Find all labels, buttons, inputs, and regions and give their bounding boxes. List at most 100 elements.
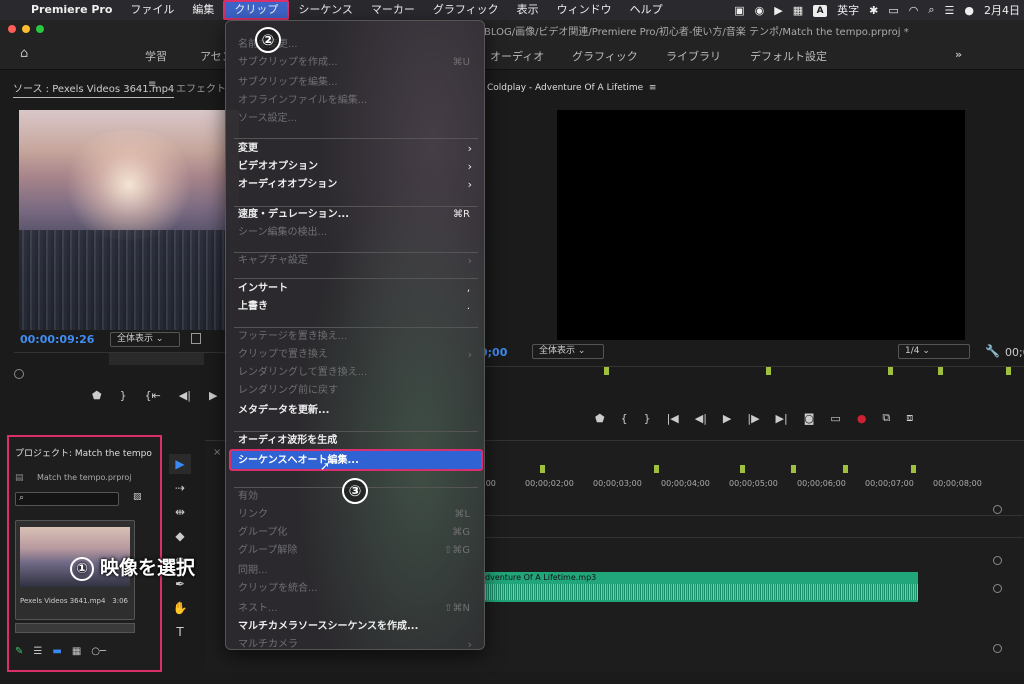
clip-menu-item[interactable]: 同期...: [226, 562, 484, 580]
clip-menu-item[interactable]: サブクリップを編集...: [226, 74, 484, 92]
wifi-icon[interactable]: ◠: [909, 4, 919, 17]
clip-menu-item[interactable]: リンク ⌘L: [226, 506, 484, 524]
clip-menu-item[interactable]: グループ解除 ⇧⌘G: [226, 542, 484, 560]
menu-marker[interactable]: マーカー: [362, 0, 424, 20]
marker[interactable]: [911, 465, 916, 473]
marker[interactable]: [791, 465, 796, 473]
menu-app-name[interactable]: Premiere Pro: [22, 0, 121, 20]
home-icon[interactable]: ⌂: [20, 46, 28, 61]
play-button-icon[interactable]: ▶: [209, 389, 217, 402]
add-marker-icon[interactable]: ⬟: [595, 412, 605, 425]
marker[interactable]: [604, 367, 609, 375]
marker[interactable]: [1006, 367, 1011, 375]
clip-menu-item[interactable]: マルチカメラ ›: [226, 636, 484, 654]
compare-icon[interactable]: ▭: [830, 412, 840, 425]
icon-view-icon[interactable]: ▬: [52, 646, 61, 657]
go-to-in-icon[interactable]: |◀: [667, 412, 679, 425]
input-method-label[interactable]: 英字: [837, 2, 859, 18]
marker[interactable]: [766, 367, 771, 375]
close-window-button[interactable]: [8, 25, 16, 33]
mark-out-icon[interactable]: }: [644, 412, 651, 425]
clip-menu-item[interactable]: オーディオオプション ›: [226, 176, 484, 194]
menu-view[interactable]: 表示: [508, 0, 548, 20]
project-search-input[interactable]: ⌕: [15, 492, 119, 506]
freeform-view-icon[interactable]: ▦: [72, 646, 81, 657]
source-zoom-handle[interactable]: [14, 369, 24, 379]
program-quality-select[interactable]: 1/4 ⌄: [898, 344, 970, 359]
workspace-default[interactable]: デフォルト設定: [750, 48, 827, 64]
marker[interactable]: [654, 465, 659, 473]
battery-icon[interactable]: ▭: [888, 4, 898, 17]
clip-menu-item[interactable]: クリップで置き換え ›: [226, 346, 484, 364]
apple-icon[interactable]: [0, 0, 22, 20]
wrench-icon[interactable]: 🔧: [985, 344, 1000, 358]
menu-file[interactable]: ファイル: [121, 0, 183, 20]
step-back-icon[interactable]: ◀|: [179, 389, 191, 402]
clip-menu-item[interactable]: シーン編集の検出...: [226, 224, 484, 242]
type-tool-icon[interactable]: T: [169, 622, 191, 642]
close-sequence-icon[interactable]: ×: [213, 447, 221, 458]
clip-menu-item[interactable]: シーケンスへオート編集...: [226, 452, 484, 470]
video-track[interactable]: [483, 515, 1023, 516]
workspace-learning[interactable]: 学習: [145, 48, 167, 64]
record-icon[interactable]: ●: [857, 412, 867, 425]
track-scroll-handle[interactable]: [993, 556, 1002, 565]
lift-icon[interactable]: ⧉: [882, 411, 890, 425]
clip-menu-item[interactable]: ビデオオプション ›: [226, 158, 484, 176]
clip-menu-item[interactable]: 速度・デュレーション... ⌘R: [226, 206, 484, 224]
clip-menu-item[interactable]: グループ化 ⌘G: [226, 524, 484, 542]
play-icon[interactable]: ▶: [774, 4, 782, 17]
mark-in-icon[interactable]: {: [621, 412, 628, 425]
selection-tool-icon[interactable]: ▶: [169, 454, 191, 474]
siri-icon[interactable]: ●: [964, 4, 974, 17]
menu-window[interactable]: ウィンドウ: [548, 0, 621, 20]
status-icon-b[interactable]: ◉: [755, 4, 765, 17]
go-to-out-icon[interactable]: ▶|: [776, 412, 788, 425]
clip-menu-item[interactable]: キャプチャ設定 ›: [226, 252, 484, 270]
camera-icon[interactable]: ◙: [804, 412, 815, 425]
source-time-ruler[interactable]: [14, 352, 239, 379]
play-button-icon[interactable]: ▶: [723, 412, 731, 425]
track-scroll-handle[interactable]: [993, 584, 1002, 593]
clip-menu-item[interactable]: フッテージを置き換え...: [226, 328, 484, 346]
step-forward-icon[interactable]: |▶: [747, 412, 759, 425]
workspace-audio[interactable]: オーディオ: [490, 48, 544, 64]
input-method-icon[interactable]: A: [813, 3, 828, 17]
track-select-tool-icon[interactable]: ⇢: [169, 478, 191, 498]
extract-icon[interactable]: ⧈: [906, 411, 913, 425]
menu-clip[interactable]: クリップ: [223, 0, 290, 20]
clip-menu-item[interactable]: メタデータを更新...: [226, 402, 484, 420]
track-scroll-handle[interactable]: [993, 644, 1002, 653]
source-timecode[interactable]: 00:00:09:26: [20, 333, 94, 346]
new-bin-icon[interactable]: ▨: [133, 492, 142, 502]
clip-menu-item[interactable]: オフラインファイルを編集...: [226, 92, 484, 110]
clip-menu-item[interactable]: サブクリップを作成... ⌘U: [226, 54, 484, 72]
track-scroll-handle[interactable]: [993, 505, 1002, 514]
clip-menu-item[interactable]: レンダリングして置き換え...: [226, 364, 484, 382]
zoom-slider[interactable]: ○─: [91, 646, 106, 657]
search-icon[interactable]: ⌕: [928, 3, 934, 17]
status-icon-a[interactable]: ▣: [734, 4, 744, 17]
clip-menu-item[interactable]: オーディオ波形を生成: [226, 432, 484, 450]
control-center-icon[interactable]: ☰: [945, 4, 955, 17]
clip-menu-item[interactable]: 変更 ›: [226, 140, 484, 158]
project-panel-title[interactable]: プロジェクト: Match the tempo: [15, 446, 152, 459]
panel-menu-icon[interactable]: ≡: [148, 79, 156, 90]
workspace-libraries[interactable]: ライブラリ: [666, 48, 721, 64]
clip-menu-item[interactable]: インサート,: [226, 280, 484, 298]
clip-menu-item[interactable]: 上書き.: [226, 298, 484, 316]
audio-clip[interactable]: dventure Of A Lifetime.mp3: [483, 572, 918, 602]
ripple-edit-tool-icon[interactable]: ⇹: [169, 502, 191, 522]
menu-help[interactable]: ヘルプ: [621, 0, 672, 20]
more-workspaces-icon[interactable]: »: [955, 48, 962, 61]
clip-menu-item[interactable]: ソース設定...: [226, 110, 484, 128]
marker[interactable]: [938, 367, 943, 375]
clip-menu-item[interactable]: マルチカメラソースシーケンスを作成...: [226, 618, 484, 636]
zoom-window-button[interactable]: [36, 25, 44, 33]
minimize-window-button[interactable]: [22, 25, 30, 33]
program-monitor-title[interactable]: Coldplay - Adventure Of A Lifetime ≡: [487, 83, 656, 93]
program-time-ruler[interactable]: [484, 366, 1024, 396]
mark-out-icon[interactable]: }: [120, 389, 127, 402]
project-clip-item-2[interactable]: [15, 623, 135, 633]
step-back-icon[interactable]: ◀|: [695, 412, 707, 425]
